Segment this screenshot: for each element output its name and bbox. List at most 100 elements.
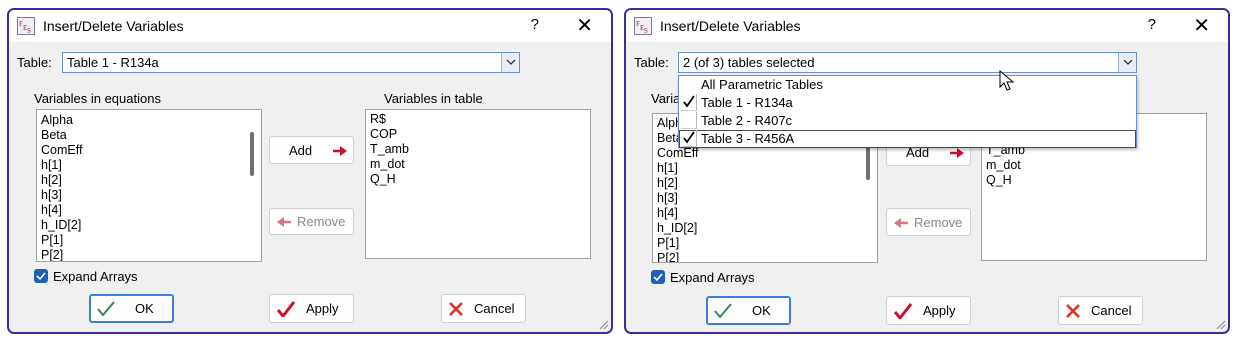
list-item[interactable]: m_dot: [982, 158, 1206, 173]
dropdown-arrow-icon[interactable]: [501, 53, 519, 72]
cancel-x-icon: [1066, 304, 1080, 318]
expand-arrays-checkbox[interactable]: [651, 270, 665, 284]
dropdown-option-label: Table 1 - R134a: [701, 95, 793, 110]
vars-in-equations-label: Variables in equations: [34, 91, 161, 106]
list-item[interactable]: Alpha: [37, 113, 261, 128]
dialog-title: Insert/Delete Variables: [660, 18, 801, 34]
add-button[interactable]: Add: [269, 136, 354, 164]
list-item[interactable]: h[2]: [37, 173, 261, 188]
checkmark-icon[interactable]: [681, 94, 697, 111]
list-item[interactable]: h[1]: [37, 158, 261, 173]
checkmark-icon[interactable]: [681, 130, 697, 147]
expand-arrays-checkbox[interactable]: [34, 269, 48, 283]
app-icon: FES: [634, 17, 652, 35]
checkbox-check-icon: [36, 272, 46, 281]
dropdown-option-label: All Parametric Tables: [701, 77, 823, 92]
title-bar: FES Insert/Delete Variables ? ✕: [9, 10, 611, 42]
cancel-label: Cancel: [1091, 303, 1132, 318]
remove-label: Remove: [914, 214, 963, 230]
list-item[interactable]: Q_H: [982, 173, 1206, 188]
list-item[interactable]: Beta: [37, 128, 261, 143]
list-item[interactable]: P[2]: [37, 248, 261, 261]
resize-grip-icon[interactable]: [1214, 318, 1226, 330]
table-combobox[interactable]: Table 1 - R134a: [62, 52, 520, 73]
remove-button[interactable]: Remove: [269, 208, 354, 235]
table-label: Table:: [634, 55, 669, 70]
dropdown-arrow-icon[interactable]: [1118, 53, 1136, 72]
dropdown-option-label: Table 2 - R407c: [701, 113, 793, 128]
list-item[interactable]: ComEff: [653, 146, 877, 161]
apply-check-icon: [894, 303, 912, 319]
checkbox-check-icon: [653, 273, 663, 282]
dropdown-option[interactable]: Table 2 - R407c: [679, 112, 1136, 130]
option-checkbox[interactable]: [681, 112, 697, 129]
dropdown-option[interactable]: Table 1 - R134a: [679, 94, 1136, 112]
ok-check-icon: [714, 303, 732, 319]
remove-label: Remove: [297, 214, 346, 229]
list-item[interactable]: ComEff: [37, 143, 261, 158]
table-combobox-value: 2 (of 3) tables selected: [683, 55, 815, 70]
help-icon[interactable]: ?: [531, 16, 539, 33]
vars-in-table-list[interactable]: R$ COP T_amb m_dot Q_H: [365, 109, 591, 259]
close-icon[interactable]: ✕: [1193, 13, 1210, 38]
apply-label: Apply: [923, 303, 956, 318]
expand-arrays-label: Expand Arrays: [53, 269, 138, 284]
apply-button[interactable]: Apply: [269, 294, 354, 323]
red-arrow-right-icon: [333, 146, 347, 156]
ok-label: OK: [752, 303, 771, 318]
close-icon[interactable]: ✕: [576, 13, 593, 38]
ok-check-icon: [97, 301, 115, 317]
svg-text:S: S: [644, 27, 648, 34]
remove-button[interactable]: Remove: [886, 208, 971, 236]
list-item[interactable]: h[3]: [37, 188, 261, 203]
ok-button[interactable]: OK: [706, 296, 791, 325]
list-item[interactable]: COP: [366, 127, 590, 142]
cancel-button[interactable]: Cancel: [1058, 296, 1143, 325]
list-item[interactable]: R$: [366, 112, 590, 127]
list-item[interactable]: m_dot: [366, 157, 590, 172]
title-bar: FES Insert/Delete Variables ? ✕: [626, 10, 1228, 42]
help-icon[interactable]: ?: [1148, 16, 1156, 33]
vars-in-equations-label: Varia: [651, 91, 681, 106]
arrow-left-icon: [894, 218, 908, 228]
dialog-title: Insert/Delete Variables: [43, 18, 184, 34]
list-item[interactable]: T_amb: [366, 142, 590, 157]
list-scrollbar[interactable]: [245, 112, 259, 259]
list-item[interactable]: P[1]: [653, 236, 877, 251]
apply-check-icon: [277, 301, 295, 317]
list-item[interactable]: h[4]: [37, 203, 261, 218]
list-item[interactable]: h[1]: [653, 161, 877, 176]
arrow-left-icon: [277, 217, 291, 227]
mouse-cursor-icon: [999, 70, 1015, 91]
add-label: Add: [289, 142, 313, 158]
list-item[interactable]: h[3]: [653, 191, 877, 206]
dropdown-option[interactable]: Table 3 - R456A: [679, 130, 1136, 148]
insert-delete-variables-dialog-2: FES Insert/Delete Variables ? ✕ Table: 2…: [624, 8, 1230, 334]
cancel-button[interactable]: Cancel: [441, 294, 526, 323]
list-item[interactable]: P[1]: [37, 233, 261, 248]
scrollbar-thumb[interactable]: [250, 132, 254, 176]
expand-arrays-label: Expand Arrays: [670, 270, 755, 285]
dropdown-option-label: Table 3 - R456A: [701, 131, 795, 146]
table-combobox[interactable]: 2 (of 3) tables selected: [678, 52, 1137, 73]
list-item[interactable]: h_ID[2]: [653, 221, 877, 236]
ok-label: OK: [135, 301, 154, 316]
apply-label: Apply: [306, 301, 339, 316]
list-item[interactable]: Q_H: [366, 172, 590, 187]
cancel-x-icon: [449, 302, 463, 316]
red-arrow-right-icon: [950, 148, 964, 158]
list-item[interactable]: h_ID[2]: [37, 218, 261, 233]
apply-button[interactable]: Apply: [886, 296, 971, 325]
ok-button[interactable]: OK: [89, 294, 174, 323]
insert-delete-variables-dialog-1: FES Insert/Delete Variables ? ✕ Table: T…: [7, 8, 613, 334]
table-dropdown-list[interactable]: All Parametric Tables Table 1 - R134a Tabl…: [678, 75, 1137, 148]
svg-text:S: S: [27, 27, 31, 34]
vars-in-equations-list[interactable]: Alpha Beta ComEff h[1] h[2] h[3] h[4] h_ID[2] P[…: [36, 109, 262, 262]
dropdown-option[interactable]: All Parametric Tables: [679, 76, 1136, 94]
list-item[interactable]: h[4]: [653, 206, 877, 221]
app-icon: FES: [17, 17, 35, 35]
list-item[interactable]: P[2]: [653, 251, 877, 262]
resize-grip-icon[interactable]: [597, 318, 609, 330]
list-item[interactable]: h[2]: [653, 176, 877, 191]
cancel-label: Cancel: [474, 301, 515, 316]
